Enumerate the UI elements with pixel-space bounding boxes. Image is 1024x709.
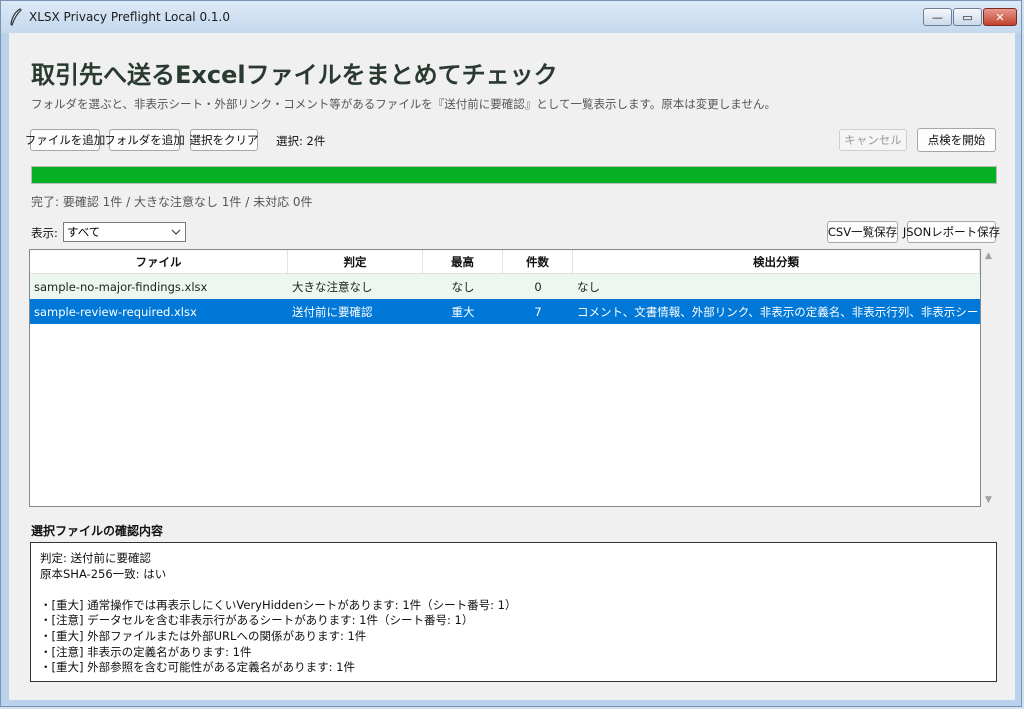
- page-subtitle: フォルダを選ぶと、非表示シート・外部リンク・コメント等があるファイルを『送付前に…: [31, 97, 776, 111]
- cell-categories: なし: [577, 279, 600, 294]
- app-window: XLSX Privacy Preflight Local 0.1.0 — ▭ ✕…: [0, 0, 1022, 707]
- table-scrollbar[interactable]: ▲ ▼: [983, 249, 997, 507]
- feather-icon: [9, 8, 23, 27]
- results-table: ファイル 判定 最高 件数 検出分類 sample-no-major-findi…: [29, 249, 981, 507]
- start-check-button[interactable]: 点検を開始: [917, 128, 996, 152]
- add-folder-button[interactable]: フォルダを追加: [104, 129, 185, 151]
- cell-verdict: 大きな注意なし: [292, 279, 373, 294]
- detail-line: ・[注意] 非表示の定義名があります: 1件: [40, 644, 252, 659]
- progress-fill: [32, 167, 996, 183]
- scroll-down-icon[interactable]: ▼: [985, 495, 992, 505]
- minimize-icon: —: [932, 10, 943, 24]
- page-title: 取引先へ送るExcelファイルをまとめてチェック: [31, 61, 558, 89]
- main-panel: 取引先へ送るExcelファイルをまとめてチェック フォルダを選ぶと、非表示シート…: [9, 33, 1015, 700]
- chevron-down-icon: [171, 223, 181, 248]
- cancel-button[interactable]: キャンセル: [839, 129, 907, 151]
- detail-line: ・[重大] 通常操作では再表示しにくいVeryHiddenシートがあります: 1…: [40, 597, 517, 612]
- selection-count: 選択: 2件: [276, 134, 326, 148]
- column-header-severity[interactable]: 最高: [423, 250, 503, 273]
- table-row[interactable]: sample-no-major-findings.xlsx 大きな注意なし なし…: [30, 274, 980, 299]
- cell-count: 0: [534, 279, 542, 294]
- add-files-button[interactable]: ファイルを追加: [25, 129, 105, 151]
- detail-line: [40, 582, 987, 598]
- cell-severity: なし: [451, 279, 475, 294]
- table-header: ファイル 判定 最高 件数 検出分類: [30, 250, 980, 274]
- detail-textbox[interactable]: 判定: 送付前に要確認 原本SHA-256一致: はい ・[重大] 通常操作では…: [30, 542, 997, 682]
- scroll-up-icon[interactable]: ▲: [985, 251, 992, 261]
- progress-bar: [31, 166, 997, 184]
- table-row[interactable]: sample-review-required.xlsx 送付前に要確認 重大 7…: [30, 299, 980, 324]
- minimize-button[interactable]: —: [923, 8, 952, 26]
- filter-dropdown[interactable]: すべて: [63, 222, 186, 242]
- close-button[interactable]: ✕: [983, 8, 1017, 26]
- maximize-button[interactable]: ▭: [953, 8, 982, 26]
- column-header-count[interactable]: 件数: [503, 250, 573, 273]
- detail-line: ・[注意] データセルを含む非表示行があるシートがあります: 1件（シート番号:…: [40, 613, 474, 628]
- cell-file: sample-no-major-findings.xlsx: [34, 279, 208, 294]
- cell-severity: 重大: [451, 304, 475, 319]
- filter-label: 表示:: [31, 226, 58, 240]
- maximize-icon: ▭: [962, 10, 973, 24]
- cell-count: 7: [534, 304, 542, 319]
- column-header-verdict[interactable]: 判定: [288, 250, 423, 273]
- column-header-categories[interactable]: 検出分類: [573, 250, 980, 273]
- detail-line: ・[重大] 外部ファイルまたは外部URLへの関係があります: 1件: [40, 628, 367, 643]
- status-text: 完了: 要確認 1件 / 大きな注意なし 1件 / 未対応 0件: [31, 195, 313, 209]
- detail-line: ・[重大] 外部参照を含む可能性がある定義名があります: 1件: [40, 660, 355, 675]
- filter-selected-value: すべて: [67, 225, 101, 239]
- cell-file: sample-review-required.xlsx: [34, 304, 197, 319]
- detail-line: 原本SHA-256一致: はい: [40, 566, 167, 581]
- window-title: XLSX Privacy Preflight Local 0.1.0: [29, 10, 230, 24]
- close-icon: ✕: [995, 10, 1005, 24]
- clear-selection-button[interactable]: 選択をクリア: [190, 129, 259, 151]
- detail-label: 選択ファイルの確認内容: [31, 524, 164, 538]
- detail-line: 判定: 送付前に要確認: [40, 551, 152, 565]
- cell-verdict: 送付前に要確認: [292, 304, 373, 319]
- csv-save-button[interactable]: CSV一覧保存: [827, 221, 898, 243]
- json-save-button[interactable]: JSONレポート保存: [903, 221, 1000, 243]
- cell-categories: コメント、文書情報、外部リンク、非表示の定義名、非表示行列、非表示シート: [577, 304, 980, 319]
- column-header-file[interactable]: ファイル: [30, 250, 288, 273]
- title-bar[interactable]: XLSX Privacy Preflight Local 0.1.0 — ▭ ✕: [1, 1, 1021, 33]
